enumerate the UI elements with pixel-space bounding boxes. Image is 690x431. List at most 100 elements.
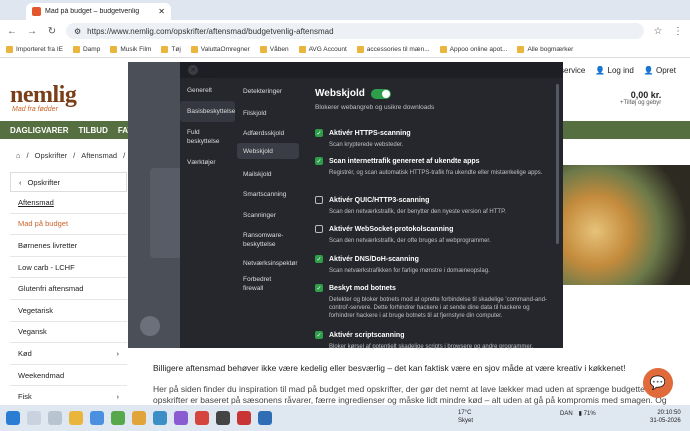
webskjold-toggle[interactable]	[370, 88, 391, 99]
submenu-item[interactable]: Netværksinspektør	[237, 255, 299, 271]
submenu-item[interactable]: Detekteringer	[237, 83, 299, 99]
menu-icon[interactable]: ⋮	[672, 26, 684, 37]
folder-icon	[110, 46, 118, 53]
chat-icon[interactable]: 💬	[643, 368, 673, 398]
files-icon[interactable]	[69, 411, 83, 425]
app-icon[interactable]	[174, 411, 188, 425]
language-indicator[interactable]: DAN	[560, 411, 573, 417]
chrome-icon[interactable]	[132, 411, 146, 425]
browser-icon[interactable]	[90, 411, 104, 425]
option-label[interactable]: Scan internettrafik genereret af ukendte…	[329, 158, 480, 165]
menu-item-generelt[interactable]: Generelt	[180, 80, 235, 101]
nav-item[interactable]: TILBUD	[79, 126, 108, 135]
checkbox[interactable]	[315, 196, 323, 204]
option-label[interactable]: Aktivér DNS/DoH-scanning	[329, 256, 419, 263]
bookmark[interactable]: accessories til mæn...	[356, 46, 430, 53]
search-icon[interactable]	[27, 411, 41, 425]
search-button[interactable]: ⌕ SØG	[533, 66, 555, 74]
bookmark[interactable]: Musik Film	[110, 46, 151, 53]
bookmark[interactable]: Appoo online apot...	[439, 46, 507, 53]
menu-item-vaerktojer[interactable]: Værktøjer	[180, 152, 235, 173]
site-logo[interactable]: nemlig	[10, 82, 77, 109]
option-label[interactable]: Aktivér QUIC/HTTP3-scanning	[329, 197, 429, 204]
intro-paragraph: Her på siden finder du inspiration til m…	[153, 384, 667, 405]
menu-item-fuld-beskyttelse[interactable]: Fuld beskyttelse	[180, 122, 235, 152]
bookmark[interactable]: Importeret fra IE	[6, 46, 63, 53]
option-description: Scan krypterede websteder.	[329, 142, 404, 148]
bookmark[interactable]: Alle bogmærker	[517, 46, 573, 53]
checkbox[interactable]: ✓	[315, 157, 323, 165]
bookmark[interactable]: Våben	[259, 46, 289, 53]
app-icon[interactable]	[216, 411, 230, 425]
signup-link[interactable]: 👤 Opret	[644, 66, 676, 75]
back-icon[interactable]: ←	[6, 26, 18, 37]
star-icon[interactable]: ☆	[652, 26, 664, 37]
menu-item-basisbeskyttelse[interactable]: Basisbeskyttelse	[180, 101, 235, 122]
scrollbar[interactable]	[556, 84, 559, 244]
checkbox[interactable]: ✓	[315, 129, 323, 137]
option-description: Scan den netværkstrafik, der ofte bruges…	[329, 238, 491, 244]
bookmark[interactable]: AVG Account	[298, 46, 347, 53]
app-icon[interactable]	[237, 411, 251, 425]
sidebar-item[interactable]: Vegetarisk	[10, 300, 127, 322]
submenu-item[interactable]: Ransomware-beskyttelse	[237, 226, 299, 254]
sidebar-item[interactable]: Vegansk	[10, 322, 127, 344]
submenu-item[interactable]: Smartscanning	[237, 186, 299, 202]
checkbox[interactable]: ✓	[315, 284, 323, 292]
nav-item[interactable]: DAGLIGVARER	[10, 126, 69, 135]
windows-start-icon[interactable]	[6, 411, 20, 425]
app-icon[interactable]	[111, 411, 125, 425]
chevron-left-icon: ‹	[19, 177, 22, 187]
bookmark[interactable]: ValuttaOmregner	[190, 46, 250, 53]
checkbox[interactable]: ✓	[315, 331, 323, 339]
submenu-item[interactable]: Mailskjold	[237, 166, 299, 182]
option-label[interactable]: Aktivér WebSocket-protokolscanning	[329, 226, 453, 233]
sidebar-item[interactable]: Weekendmad	[10, 365, 127, 387]
login-link[interactable]: 👤 Log ind	[595, 66, 633, 75]
site-info-icon[interactable]: ⚙	[74, 27, 81, 36]
checkbox[interactable]: ✓	[315, 255, 323, 263]
browser-tab[interactable]: Mad på budget – budgetvenlig ✕	[26, 3, 171, 20]
service-link[interactable]: service	[560, 66, 585, 75]
sidebar-item[interactable]: Low carb - LCHF	[10, 257, 127, 279]
breadcrumb-item[interactable]: Aftensmad	[81, 151, 117, 160]
home-icon[interactable]: ⌂	[16, 151, 21, 160]
option-label[interactable]: Aktivér scriptscanning	[329, 332, 404, 339]
submenu-item[interactable]: Scanninger	[237, 207, 299, 223]
sidebar-back[interactable]: ‹ Opskrifter	[10, 172, 127, 192]
sidebar-item[interactable]: Mad på budget	[10, 214, 127, 236]
bookmark[interactable]: Damp	[72, 46, 100, 53]
sidebar-item[interactable]: Glutenfri aftensmad	[10, 278, 127, 300]
app-icon[interactable]	[153, 411, 167, 425]
submenu-item[interactable]: Webskjold	[237, 143, 299, 159]
battery-status[interactable]: ▮ 71%	[579, 410, 596, 417]
cart[interactable]: 0,00 kr. +Tilføj og gebyr	[620, 90, 661, 106]
weather-widget[interactable]: 17°C Skyet	[458, 409, 473, 425]
checkbox[interactable]	[315, 225, 323, 233]
sidebar-item[interactable]: Kød ›	[10, 343, 127, 365]
option-label[interactable]: Aktivér HTTPS-scanning	[329, 130, 411, 137]
folder-icon	[356, 46, 364, 53]
sidebar-item[interactable]: Børnenes livretter	[10, 235, 127, 257]
close-label[interactable]: Luk	[204, 66, 216, 75]
submenu-item[interactable]: Adfærdsskjold	[237, 125, 299, 141]
folder-icon	[439, 46, 447, 53]
folder-icon	[161, 46, 169, 53]
breadcrumb-item[interactable]: Opskrifter	[35, 151, 68, 160]
tab-close-icon[interactable]: ✕	[158, 7, 165, 16]
reload-icon[interactable]: ↻	[46, 26, 58, 37]
option-label[interactable]: Beskyt mod botnets	[329, 285, 396, 292]
app-icon[interactable]	[258, 411, 272, 425]
submenu-item[interactable]: Filskjold	[237, 105, 299, 121]
bookmark[interactable]: Tøj	[161, 46, 181, 53]
webskjold-settings: Webskjold Blokerer webangreb og usikre d…	[315, 88, 555, 350]
forward-icon[interactable]: →	[26, 26, 38, 37]
app-icon[interactable]	[195, 411, 209, 425]
close-icon[interactable]: ✕	[188, 65, 198, 75]
sidebar-item[interactable]: Aftensmad	[10, 192, 127, 214]
clock[interactable]: 20:10:50 31-05-2026	[650, 409, 681, 425]
submenu-item[interactable]: Forbedret firewall	[237, 276, 299, 292]
task-view-icon[interactable]	[48, 411, 62, 425]
header-links: service 👤 Log ind 👤 Opret	[560, 66, 676, 75]
address-bar[interactable]: ⚙ https://www.nemlig.com/opskrifter/afte…	[66, 23, 644, 39]
